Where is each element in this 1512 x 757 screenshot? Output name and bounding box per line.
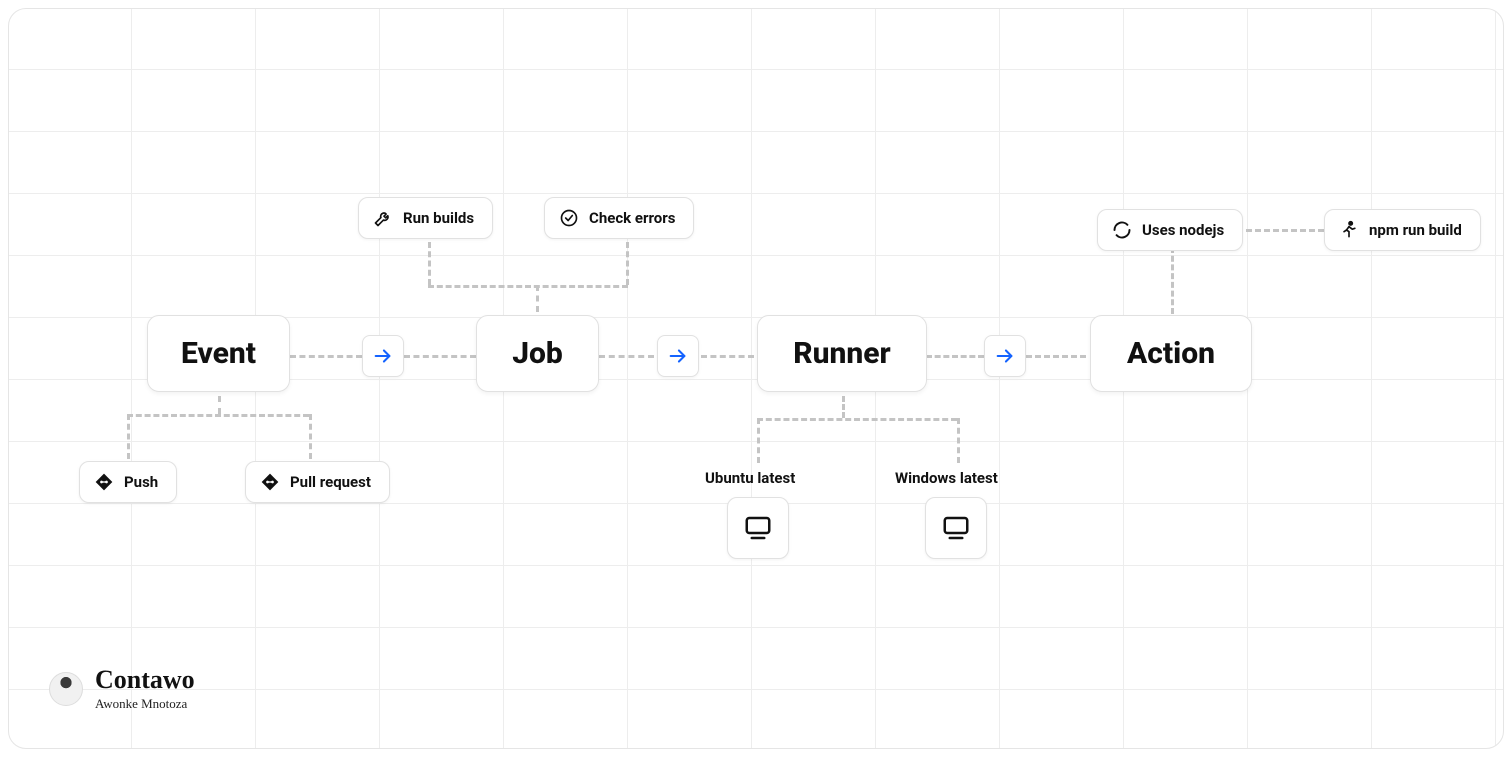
arrow-event-job (362, 335, 404, 377)
wrench-icon (373, 208, 393, 228)
card-windows[interactable] (925, 497, 987, 559)
connector (1246, 229, 1324, 232)
connector (428, 285, 628, 288)
canvas: Event Job Runner Action Run builds Ch (9, 9, 1503, 748)
brand-text: Contawo Awonke Mnotoza (95, 667, 195, 710)
refresh-icon (1112, 220, 1132, 240)
chip-push[interactable]: Push (79, 461, 177, 503)
connector (1026, 355, 1086, 358)
connector (404, 355, 476, 358)
connector (218, 396, 221, 414)
chip-uses-nodejs[interactable]: Uses nodejs (1097, 209, 1243, 251)
run-person-icon (1339, 220, 1359, 240)
arrow-runner-action (984, 335, 1026, 377)
node-job[interactable]: Job (476, 315, 599, 392)
chip-push-label: Push (124, 473, 158, 491)
avatar (49, 672, 83, 706)
label-ubuntu: Ubuntu latest (705, 469, 795, 487)
connector (599, 355, 654, 358)
node-job-label: Job (512, 336, 563, 371)
monitor-icon (941, 513, 971, 543)
chip-pull-request[interactable]: Pull request (245, 461, 390, 503)
arrow-right-icon (667, 345, 689, 367)
git-diamond-icon (260, 472, 280, 492)
connector (626, 242, 629, 285)
node-runner[interactable]: Runner (757, 315, 927, 392)
connector (127, 414, 130, 459)
connector (428, 242, 431, 285)
node-runner-label: Runner (793, 336, 890, 371)
node-event[interactable]: Event (147, 315, 290, 392)
connector (757, 418, 760, 463)
monitor-icon (743, 513, 773, 543)
connector (309, 414, 312, 459)
connector (957, 418, 960, 463)
arrow-job-runner (657, 335, 699, 377)
connector (842, 396, 845, 418)
connector (701, 355, 754, 358)
chip-check-errors-label: Check errors (589, 209, 675, 227)
node-event-label: Event (181, 336, 256, 371)
chip-npm-run-build-label: npm run build (1369, 221, 1462, 239)
chip-run-builds-label: Run builds (403, 209, 474, 227)
node-action[interactable]: Action (1090, 315, 1252, 392)
diagram-frame: Event Job Runner Action Run builds Ch (8, 8, 1504, 749)
chip-npm-run-build[interactable]: npm run build (1324, 209, 1481, 251)
arrow-right-icon (994, 345, 1016, 367)
connector (290, 355, 362, 358)
card-ubuntu[interactable] (727, 497, 789, 559)
brand-subtitle: Awonke Mnotoza (95, 697, 195, 710)
connector (926, 355, 984, 358)
connector (536, 285, 539, 312)
chip-run-builds[interactable]: Run builds (358, 197, 493, 239)
brand-name: Contawo (95, 667, 195, 693)
git-diamond-icon (94, 472, 114, 492)
check-circle-icon (559, 208, 579, 228)
connector (1171, 247, 1174, 314)
label-windows: Windows latest (895, 469, 998, 487)
connector (757, 418, 957, 421)
author-brand: Contawo Awonke Mnotoza (49, 667, 195, 710)
node-action-label: Action (1127, 336, 1215, 371)
connector (127, 414, 309, 417)
chip-uses-nodejs-label: Uses nodejs (1142, 221, 1224, 239)
chip-pull-request-label: Pull request (290, 473, 371, 491)
arrow-right-icon (372, 345, 394, 367)
chip-check-errors[interactable]: Check errors (544, 197, 694, 239)
